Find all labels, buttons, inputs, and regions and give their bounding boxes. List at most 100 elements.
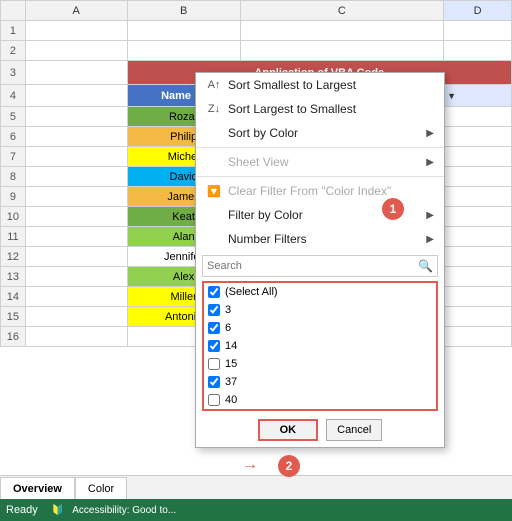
status-bar: Ready 🔰 Accessibility: Good to... xyxy=(0,499,512,521)
cell-2b[interactable] xyxy=(127,41,240,61)
checkbox-6[interactable] xyxy=(208,322,220,334)
checkbox-40[interactable] xyxy=(208,394,220,406)
accessibility-text: Accessibility: Good to... xyxy=(72,505,176,516)
separator-1 xyxy=(196,147,444,148)
row-num-2: 2 xyxy=(1,41,26,61)
row-num-4: 4 xyxy=(1,85,26,107)
tab-color[interactable]: Color xyxy=(75,477,127,499)
checkbox-3-label: 3 xyxy=(225,304,231,316)
row-num-12: 12 xyxy=(1,247,26,267)
sort-smallest-item[interactable]: A↑ Sort Smallest to Largest xyxy=(196,73,444,97)
number-filter-chevron: ▶ xyxy=(426,234,434,245)
cancel-button[interactable]: Cancel xyxy=(326,419,382,441)
search-box[interactable]: 🔍 xyxy=(202,255,438,277)
checkbox-item-14[interactable]: 14 xyxy=(204,337,436,355)
checkbox-40-label: 40 xyxy=(225,394,237,406)
col-header-b[interactable]: B xyxy=(127,1,240,21)
sort-largest-label: Sort Largest to Smallest xyxy=(228,102,356,116)
cell-3a[interactable] xyxy=(25,61,127,85)
filter-by-color-item[interactable]: Filter by Color ▶ xyxy=(196,203,444,227)
cell-14d[interactable] xyxy=(444,287,512,307)
cell-2a[interactable] xyxy=(25,41,127,61)
cell-4d[interactable]: ▼ xyxy=(444,85,512,107)
cell-15d[interactable] xyxy=(444,307,512,327)
col-d-filter-arrow[interactable]: ▼ xyxy=(447,91,456,101)
checkbox-14-label: 14 xyxy=(225,340,237,352)
number-filters-label: Number Filters xyxy=(228,232,307,246)
checkbox-item-3[interactable]: 3 xyxy=(204,301,436,319)
cell-16a[interactable] xyxy=(25,327,127,347)
dropdown-menu: A↑ Sort Smallest to Largest Z↓ Sort Larg… xyxy=(195,72,445,448)
clear-filter-item: 🔽 Clear Filter From "Color Index" xyxy=(196,179,444,203)
row-num-11: 11 xyxy=(1,227,26,247)
row-num-1: 1 xyxy=(1,21,26,41)
cell-1d[interactable] xyxy=(444,21,512,41)
cell-16d[interactable] xyxy=(444,327,512,347)
sort-largest-item[interactable]: Z↓ Sort Largest to Smallest xyxy=(196,97,444,121)
row-num-13: 13 xyxy=(1,267,26,287)
cell-2c[interactable] xyxy=(240,41,443,61)
cell-8d[interactable] xyxy=(444,167,512,187)
cell-1a[interactable] xyxy=(25,21,127,41)
checkbox-3[interactable] xyxy=(208,304,220,316)
cell-10a[interactable] xyxy=(25,207,127,227)
cell-1b[interactable] xyxy=(127,21,240,41)
sort-by-color-label: Sort by Color xyxy=(228,126,298,140)
cell-9a[interactable] xyxy=(25,187,127,207)
cell-12d[interactable] xyxy=(444,247,512,267)
checkbox-item-15[interactable]: 15 xyxy=(204,355,436,373)
cell-7a[interactable] xyxy=(25,147,127,167)
checkbox-item-40[interactable]: 40 xyxy=(204,391,436,409)
checkbox-37[interactable] xyxy=(208,376,220,388)
sheet-view-item: Sheet View ▶ xyxy=(196,150,444,174)
cell-14a[interactable] xyxy=(25,287,127,307)
cell-13d[interactable] xyxy=(444,267,512,287)
cell-4a[interactable] xyxy=(25,85,127,107)
filter-by-color-label: Filter by Color xyxy=(228,208,303,222)
select-all-checkbox[interactable] xyxy=(208,286,220,298)
cell-8a[interactable] xyxy=(25,167,127,187)
sort-desc-icon: Z↓ xyxy=(206,103,222,115)
checkbox-15[interactable] xyxy=(208,358,220,370)
cell-9d[interactable] xyxy=(444,187,512,207)
cell-15a[interactable] xyxy=(25,307,127,327)
tab-overview[interactable]: Overview xyxy=(0,477,75,499)
cell-11d[interactable] xyxy=(444,227,512,247)
checkbox-list: (Select All) 3 6 14 15 xyxy=(202,281,438,411)
row-num-5: 5 xyxy=(1,107,26,127)
search-input[interactable] xyxy=(207,260,418,272)
cell-11a[interactable] xyxy=(25,227,127,247)
cell-10d[interactable] xyxy=(444,207,512,227)
cell-12a[interactable] xyxy=(25,247,127,267)
ok-arrow: → xyxy=(242,456,258,474)
row-num-10: 10 xyxy=(1,207,26,227)
cell-7d[interactable] xyxy=(444,147,512,167)
checkbox-item-48[interactable]: 48 xyxy=(204,409,436,411)
sort-by-color-item[interactable]: Sort by Color ▶ xyxy=(196,121,444,145)
checkbox-37-label: 37 xyxy=(225,376,237,388)
cell-1c[interactable] xyxy=(240,21,443,41)
tab-bar: Overview Color xyxy=(0,475,512,499)
cell-5a[interactable] xyxy=(25,107,127,127)
row-num-15: 15 xyxy=(1,307,26,327)
checkbox-14[interactable] xyxy=(208,340,220,352)
sheet-view-label: Sheet View xyxy=(228,155,289,169)
number-filters-item[interactable]: Number Filters ▶ xyxy=(196,227,444,251)
col-header-a[interactable]: A xyxy=(25,1,127,21)
cell-2d[interactable] xyxy=(444,41,512,61)
ok-button[interactable]: OK xyxy=(258,419,319,441)
col-header-d[interactable]: D xyxy=(444,1,512,21)
select-all-item[interactable]: (Select All) xyxy=(204,283,436,301)
cell-6d[interactable] xyxy=(444,127,512,147)
cell-6a[interactable] xyxy=(25,127,127,147)
row-num-7: 7 xyxy=(1,147,26,167)
checkbox-item-6[interactable]: 6 xyxy=(204,319,436,337)
checkbox-item-37[interactable]: 37 xyxy=(204,373,436,391)
col-header-c[interactable]: C xyxy=(240,1,443,21)
cell-5d[interactable] xyxy=(444,107,512,127)
sheet-view-chevron: ▶ xyxy=(426,157,434,168)
badge-2: 2 xyxy=(278,455,300,477)
cell-13a[interactable] xyxy=(25,267,127,287)
row-num-6: 6 xyxy=(1,127,26,147)
badge-1: 1 xyxy=(382,198,404,220)
